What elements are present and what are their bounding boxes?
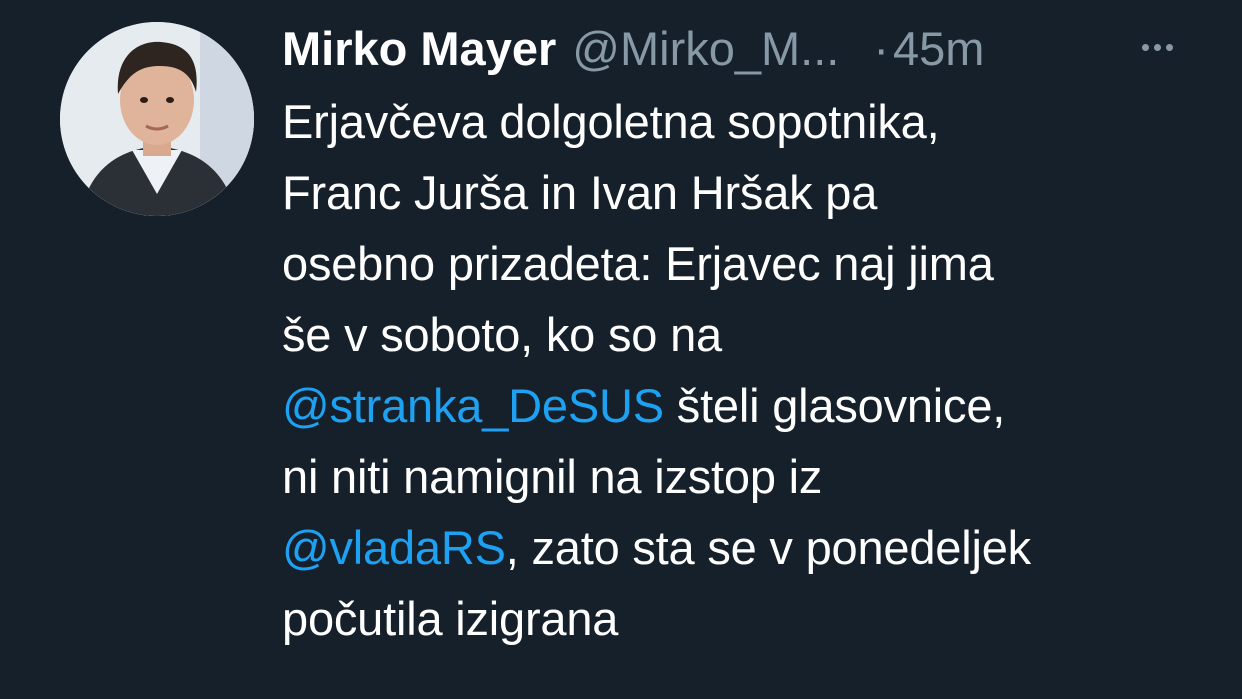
- time-separator: ·: [873, 21, 889, 75]
- more-dot-icon: [1142, 44, 1149, 51]
- tweet-line: @vladaRS, zato sta se v ponedeljek: [282, 512, 1202, 583]
- avatar-photo: [60, 22, 254, 216]
- tweet-time[interactable]: 45m: [893, 21, 984, 76]
- author-handle[interactable]: @Mirko_M...: [572, 21, 839, 76]
- mention-link-vladars[interactable]: @vladaRS: [282, 521, 506, 574]
- tweet-line: Erjavčeva dolgoletna sopotnika,: [282, 95, 940, 148]
- more-dot-icon: [1166, 44, 1173, 51]
- tweet-line-text: , zato sta se v ponedeljek: [505, 521, 1031, 574]
- tweet-line: še v soboto, ko so na: [282, 308, 722, 361]
- tweet-header: Mirko Mayer @Mirko_M... · 45m: [282, 16, 1202, 80]
- tweet[interactable]: Mirko Mayer @Mirko_M... · 45m Erjavčeva …: [0, 0, 1242, 699]
- mention-link-desus[interactable]: @stranka_DeSUS: [282, 379, 664, 432]
- avatar[interactable]: [60, 22, 254, 216]
- tweet-line: počutila izigrana: [282, 592, 619, 645]
- tweet-line: Franc Jurša in Ivan Hršak pa: [282, 166, 878, 219]
- more-options-icon[interactable]: [1142, 44, 1173, 51]
- tweet-line: ni niti namignil na izstop iz: [282, 450, 823, 503]
- tweet-content: Mirko Mayer @Mirko_M... · 45m Erjavčeva …: [282, 16, 1202, 654]
- tweet-text: Erjavčeva dolgoletna sopotnika, Franc Ju…: [282, 86, 1202, 654]
- tweet-line-text: šteli glasovnice,: [663, 379, 1006, 432]
- more-dot-icon: [1154, 44, 1161, 51]
- tweet-line: osebno prizadeta: Erjavec naj jima: [282, 237, 994, 290]
- author-name[interactable]: Mirko Mayer: [282, 21, 556, 76]
- tweet-line: @stranka_DeSUS šteli glasovnice,: [282, 370, 1202, 441]
